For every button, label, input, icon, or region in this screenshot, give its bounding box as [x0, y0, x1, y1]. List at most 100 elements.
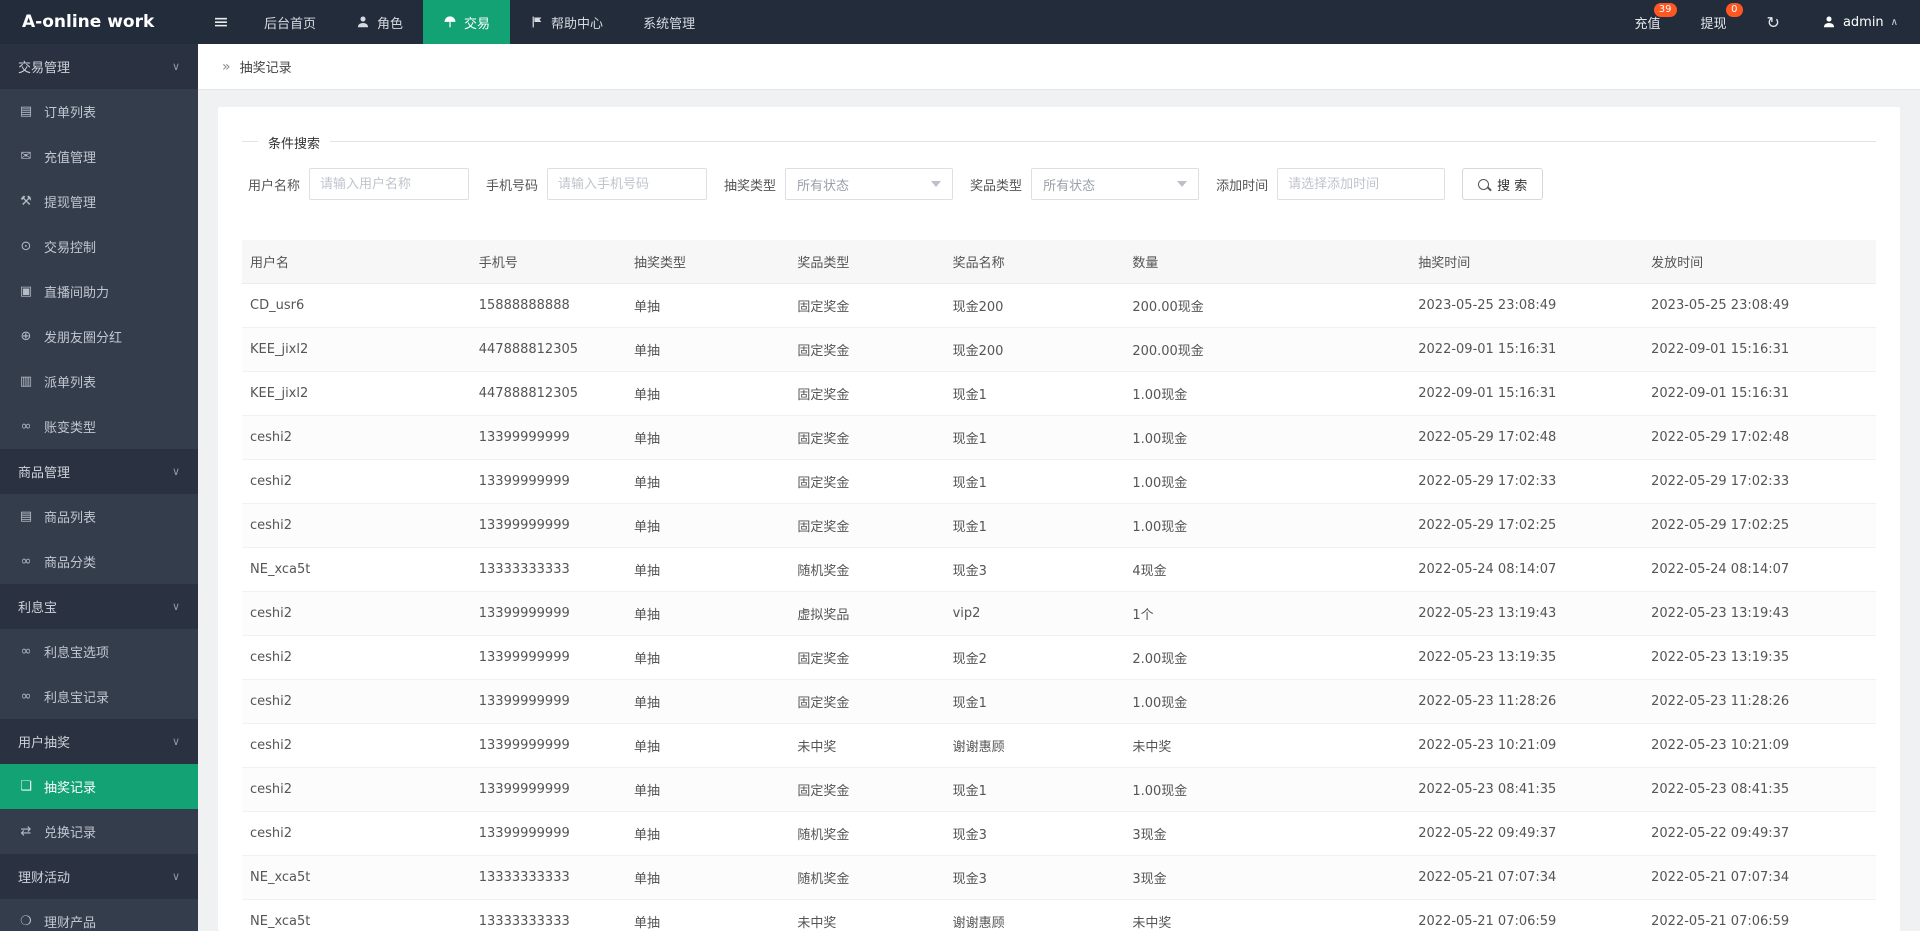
withdraw-button[interactable]: 提现 0 — [1681, 0, 1747, 44]
cell-lottery-time: 2022-05-29 17:02:25 — [1410, 503, 1644, 548]
recharge-badge: 39 — [1653, 3, 1677, 17]
monitor-icon: ▣ — [19, 284, 33, 299]
cell-prize-name: 现金1 — [944, 767, 1125, 812]
table-row: ceshi2 13399999999 单抽 随机奖金 现金3 3现金 2022-… — [242, 811, 1876, 856]
table-row: ceshi2 13399999999 单抽 固定奖金 现金1 1.00现金 20… — [242, 415, 1876, 460]
username-input[interactable] — [309, 168, 470, 200]
top-menu-item-help[interactable]: 帮助中心 — [510, 0, 623, 44]
topbar-right: 充值 39 提现 0 ↻ admin ∧ — [1615, 0, 1920, 44]
sidebar-item[interactable]: ⇄ 兑换记录 — [0, 809, 198, 854]
cell-prize-name: 现金3 — [944, 547, 1125, 592]
topbar: A-online work ≡ 后台首页 角色 交易 帮助中心 系统管理 充值 … — [0, 0, 1920, 44]
prize-type-select[interactable]: 所有状态 — [1031, 168, 1200, 200]
sidebar-item[interactable]: ▣ 直播间助力 — [0, 269, 198, 314]
flag-icon — [530, 15, 544, 29]
table-header-row: 用户名 手机号 抽奖类型 奖品类型 奖品名称 数量 抽奖时间 发放时间 — [242, 240, 1876, 284]
top-menu-item-roles[interactable]: 角色 — [336, 0, 423, 44]
cell-quantity: 1.00现金 — [1124, 767, 1411, 812]
menu-label: 后台首页 — [264, 16, 317, 32]
menu-label: 交易 — [464, 16, 491, 32]
cell-lottery-type: 单抽 — [625, 635, 790, 680]
cell-quantity: 2.00现金 — [1124, 635, 1411, 680]
breadcrumb: » 抽奖记录 — [198, 44, 1920, 90]
sidebar-item-label: 发朋友圈分红 — [44, 331, 123, 346]
cell-quantity: 3现金 — [1124, 855, 1411, 900]
sidebar-item[interactable]: 理财活动 ∨ — [0, 854, 198, 899]
sidebar-item[interactable]: 商品管理 ∨ — [0, 449, 198, 494]
sidebar-item[interactable]: ⊙ 交易控制 — [0, 224, 198, 269]
top-menu-item-system[interactable]: 系统管理 — [623, 0, 715, 44]
table-row: ceshi2 13399999999 单抽 虚拟奖品 vip2 1个 2022-… — [242, 591, 1876, 636]
search-button-label: 搜 索 — [1497, 178, 1528, 194]
table-row: NE_xca5t 13333333333 单抽 随机奖金 现金3 3现金 202… — [242, 855, 1876, 900]
cell-quantity: 1个 — [1124, 591, 1411, 636]
sidebar-item[interactable]: 交易管理 ∨ — [0, 44, 198, 89]
cell-username: ceshi2 — [242, 679, 471, 724]
cell-lottery-type: 单抽 — [625, 547, 790, 592]
recharge-button[interactable]: 充值 39 — [1615, 0, 1681, 44]
cell-username: CD_usr6 — [242, 283, 471, 328]
sidebar-item[interactable]: ∞ 商品分类 — [0, 539, 198, 584]
sidebar-item[interactable]: ∞ 利息宝选项 — [0, 629, 198, 674]
search-button[interactable]: 搜 索 — [1462, 168, 1544, 200]
cell-lottery-type: 单抽 — [625, 327, 790, 372]
table-row: ceshi2 13399999999 单抽 固定奖金 现金1 1.00现金 20… — [242, 679, 1876, 724]
cell-username: KEE_jixl2 — [242, 371, 471, 416]
sidebar-item[interactable]: ✉ 充值管理 — [0, 134, 198, 179]
add-time-input[interactable] — [1277, 168, 1446, 200]
sidebar-item-label: 理财活动 — [18, 871, 71, 886]
cell-username: NE_xca5t — [242, 547, 471, 592]
cell-username: ceshi2 — [242, 415, 471, 460]
cell-phone: 13399999999 — [470, 723, 626, 768]
lottery-type-select[interactable]: 所有状态 — [785, 168, 954, 200]
top-menu-item-dashboard[interactable]: 后台首页 — [244, 0, 336, 44]
sidebar-item[interactable]: ❏ 抽奖记录 — [0, 764, 198, 809]
cell-quantity: 1.00现金 — [1124, 679, 1411, 724]
sidebar-item-label: 兑换记录 — [44, 826, 97, 841]
top-menu-item-trade[interactable]: 交易 — [423, 0, 511, 44]
search-field-phone: 手机号码 — [486, 168, 708, 200]
hamburger-menu-icon[interactable]: ≡ — [198, 0, 244, 44]
cell-grant-time: 2022-05-29 17:02:25 — [1643, 503, 1876, 548]
sidebar-item[interactable]: ▤ 订单列表 — [0, 89, 198, 134]
cell-lottery-time: 2022-09-01 15:16:31 — [1410, 327, 1644, 372]
sidebar-item[interactable]: ⊕ 发朋友圈分红 — [0, 314, 198, 359]
table-row: NE_xca5t 13333333333 单抽 随机奖金 现金3 4现金 202… — [242, 547, 1876, 592]
sidebar-item-label: 账变类型 — [44, 421, 97, 436]
column-header: 抽奖时间 — [1410, 240, 1644, 284]
sidebar-item[interactable]: ∞ 账变类型 — [0, 404, 198, 449]
sidebar-item[interactable]: 用户抽奖 ∨ — [0, 719, 198, 764]
cell-lottery-type: 单抽 — [625, 503, 790, 548]
control-icon: ⊙ — [20, 239, 32, 254]
user-menu[interactable]: admin ∧ — [1800, 0, 1920, 44]
refresh-button[interactable]: ↻ — [1747, 0, 1800, 44]
cell-prize-type: 未中奖 — [789, 899, 945, 931]
link-icon: ∞ — [20, 554, 32, 569]
cell-lottery-time: 2022-05-23 10:21:09 — [1410, 723, 1644, 768]
cell-phone: 15888888888 — [470, 283, 626, 328]
breadcrumb-arrows-icon: » — [222, 58, 231, 75]
cell-lottery-type: 单抽 — [625, 723, 790, 768]
sidebar-item[interactable]: ⚒ 提现管理 — [0, 179, 198, 224]
cell-lottery-time: 2022-09-01 15:16:31 — [1410, 371, 1644, 416]
field-label: 手机号码 — [486, 178, 539, 194]
phone-input[interactable] — [547, 168, 708, 200]
sidebar-item[interactable]: ∞ 利息宝记录 — [0, 674, 198, 719]
sidebar-item[interactable]: 利息宝 ∨ — [0, 584, 198, 629]
cell-prize-name: 谢谢惠顾 — [944, 899, 1125, 931]
withdraw-badge: 0 — [1726, 3, 1743, 17]
cell-prize-name: 现金1 — [944, 371, 1125, 416]
sidebar-item[interactable]: ❍ 理财产品 — [0, 899, 198, 931]
cell-quantity: 200.00现金 — [1124, 283, 1411, 328]
sidebar-item-label: 交易控制 — [44, 241, 97, 256]
cell-grant-time: 2022-09-01 15:16:31 — [1643, 327, 1876, 372]
sidebar-item[interactable]: ▥ 派单列表 — [0, 359, 198, 404]
sidebar-item[interactable]: ▤ 商品列表 — [0, 494, 198, 539]
cell-prize-name: 现金1 — [944, 415, 1125, 460]
cell-prize-name: 现金200 — [944, 327, 1125, 372]
cell-lottery-time: 2022-05-23 08:41:35 — [1410, 767, 1644, 812]
cell-prize-type: 随机奖金 — [789, 855, 945, 900]
table-row: ceshi2 13399999999 单抽 固定奖金 现金1 1.00现金 20… — [242, 767, 1876, 812]
cell-quantity: 1.00现金 — [1124, 415, 1411, 460]
cell-prize-name: 现金3 — [944, 855, 1125, 900]
